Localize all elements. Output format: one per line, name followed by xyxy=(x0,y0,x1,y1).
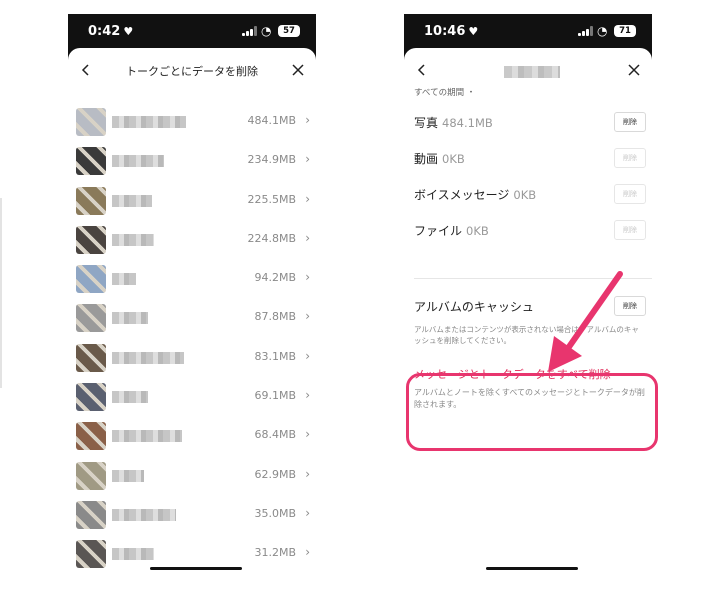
edge-divider xyxy=(0,198,2,388)
delete-videos-button: 削除 xyxy=(614,148,646,168)
talk-row[interactable]: 225.5MB › xyxy=(68,181,316,220)
nav-bar: トークごとにデータを削除 xyxy=(68,48,316,92)
chevron-right-icon: › xyxy=(305,427,310,442)
blurred-talk-name xyxy=(112,155,164,168)
delete-voice-button: 削除 xyxy=(614,184,646,204)
blurred-talk-name xyxy=(112,430,182,443)
signal-icon xyxy=(242,26,257,36)
talk-data-size: 225.5MB xyxy=(247,192,296,206)
avatar xyxy=(76,304,106,333)
talk-data-size: 87.8MB xyxy=(254,310,296,324)
phone-screen-talk-list: 0:42 ♥ ◔ 57 トークごとにデータを削除 484.1MB › 234.9MB ›… xyxy=(68,14,316,574)
blurred-talk-name xyxy=(112,508,176,521)
media-label: ファイル 0KB xyxy=(414,224,489,238)
chevron-right-icon: › xyxy=(305,309,310,324)
talk-row[interactable]: 234.9MB › xyxy=(68,141,316,180)
chevron-right-icon: › xyxy=(305,230,310,245)
talk-row[interactable]: 35.0MB › xyxy=(68,495,316,534)
battery-icon: 71 xyxy=(614,25,636,37)
status-icons: ◔ 57 xyxy=(242,24,304,38)
wifi-icon: ◔ xyxy=(261,24,272,38)
period-filter[interactable]: すべての期間 ・ xyxy=(414,86,475,98)
avatar xyxy=(76,540,106,569)
avatar xyxy=(76,422,106,451)
talk-data-size: 68.4MB xyxy=(254,428,296,442)
heart-icon: ♥ xyxy=(123,25,134,38)
status-time: 0:42 ♥ xyxy=(88,24,134,39)
signal-icon xyxy=(578,26,593,36)
chevron-right-icon: › xyxy=(305,113,310,127)
close-icon[interactable] xyxy=(290,62,306,78)
avatar xyxy=(76,265,106,294)
blurred-talk-name xyxy=(112,116,186,128)
media-row-voice-messages: ボイスメッセージ 0KB 削除 xyxy=(414,182,652,206)
chevron-right-icon: › xyxy=(305,505,310,520)
blurred-talk-name xyxy=(504,66,560,78)
talk-row[interactable]: 87.8MB › xyxy=(68,298,316,337)
home-indicator xyxy=(150,567,242,570)
media-label: 動画 0KB xyxy=(414,152,465,166)
battery-icon: 57 xyxy=(278,25,300,37)
talk-row[interactable]: 224.8MB › xyxy=(68,220,316,259)
avatar xyxy=(76,225,106,254)
talk-row[interactable]: 83.1MB › xyxy=(68,338,316,377)
talk-row[interactable]: 94.2MB › xyxy=(68,259,316,298)
album-cache-label: アルバムのキャッシュ xyxy=(414,300,534,314)
chevron-right-icon: › xyxy=(305,270,310,285)
chevron-right-icon: › xyxy=(305,191,310,206)
close-icon[interactable] xyxy=(626,62,642,78)
blurred-talk-name xyxy=(112,273,136,286)
blurred-talk-name xyxy=(112,233,154,246)
talk-row[interactable]: 69.1MB › xyxy=(68,377,316,416)
media-label: 写真 484.1MB xyxy=(414,116,493,130)
heart-icon: ♥ xyxy=(468,25,479,38)
chevron-right-icon: › xyxy=(305,466,310,481)
chevron-right-icon: › xyxy=(305,545,310,560)
status-time: 10:46 ♥ xyxy=(424,24,479,39)
delete-files-button: 削除 xyxy=(614,220,646,240)
chevron-right-icon: › xyxy=(305,348,310,363)
avatar xyxy=(76,186,106,215)
talk-data-size: 484.1MB xyxy=(247,114,296,127)
talk-data-size: 69.1MB xyxy=(254,389,296,403)
status-icons: ◔ 71 xyxy=(578,24,640,38)
avatar xyxy=(76,461,106,490)
back-icon[interactable] xyxy=(414,62,430,78)
talk-data-size: 224.8MB xyxy=(247,231,296,245)
avatar xyxy=(76,108,106,136)
home-indicator xyxy=(486,567,578,570)
page-title: トークごとにデータを削除 xyxy=(126,65,258,78)
media-row-photos: 写真 484.1MB 削除 xyxy=(414,110,652,134)
blurred-talk-name xyxy=(112,391,148,404)
blurred-talk-name xyxy=(112,312,148,325)
avatar xyxy=(76,147,106,176)
avatar xyxy=(76,343,106,372)
talk-row[interactable]: 68.4MB › xyxy=(68,416,316,455)
talk-data-size: 35.0MB xyxy=(254,506,296,520)
media-row-videos: 動画 0KB 削除 xyxy=(414,146,652,170)
talk-data-size: 62.9MB xyxy=(254,467,296,481)
blurred-talk-name xyxy=(112,194,152,207)
delete-photos-button[interactable]: 削除 xyxy=(614,112,646,132)
blurred-talk-name xyxy=(112,548,154,561)
talk-list: 484.1MB › 234.9MB › 225.5MB › 224.8MB › 94.2MB › 8… xyxy=(68,102,316,574)
media-label: ボイスメッセージ 0KB xyxy=(414,188,537,202)
chevron-right-icon: › xyxy=(305,388,310,403)
blurred-talk-name xyxy=(112,351,184,364)
media-row-files: ファイル 0KB 削除 xyxy=(414,218,652,242)
highlight-annotation-box xyxy=(406,373,658,451)
talk-row[interactable]: 62.9MB › xyxy=(68,456,316,495)
chevron-right-icon: › xyxy=(305,152,310,167)
talk-data-size: 83.1MB xyxy=(254,349,296,363)
blurred-talk-name xyxy=(112,469,144,482)
talk-row[interactable]: 484.1MB › xyxy=(68,102,316,141)
wifi-icon: ◔ xyxy=(597,24,608,38)
talk-data-size: 31.2MB xyxy=(254,546,296,560)
talk-data-size: 234.9MB xyxy=(247,153,296,167)
pointer-arrow-icon xyxy=(548,271,623,372)
avatar xyxy=(76,383,106,412)
talk-data-size: 94.2MB xyxy=(254,271,296,285)
sheet: トークごとにデータを削除 484.1MB › 234.9MB › 225.5MB › 224… xyxy=(68,48,316,574)
avatar xyxy=(76,500,106,529)
